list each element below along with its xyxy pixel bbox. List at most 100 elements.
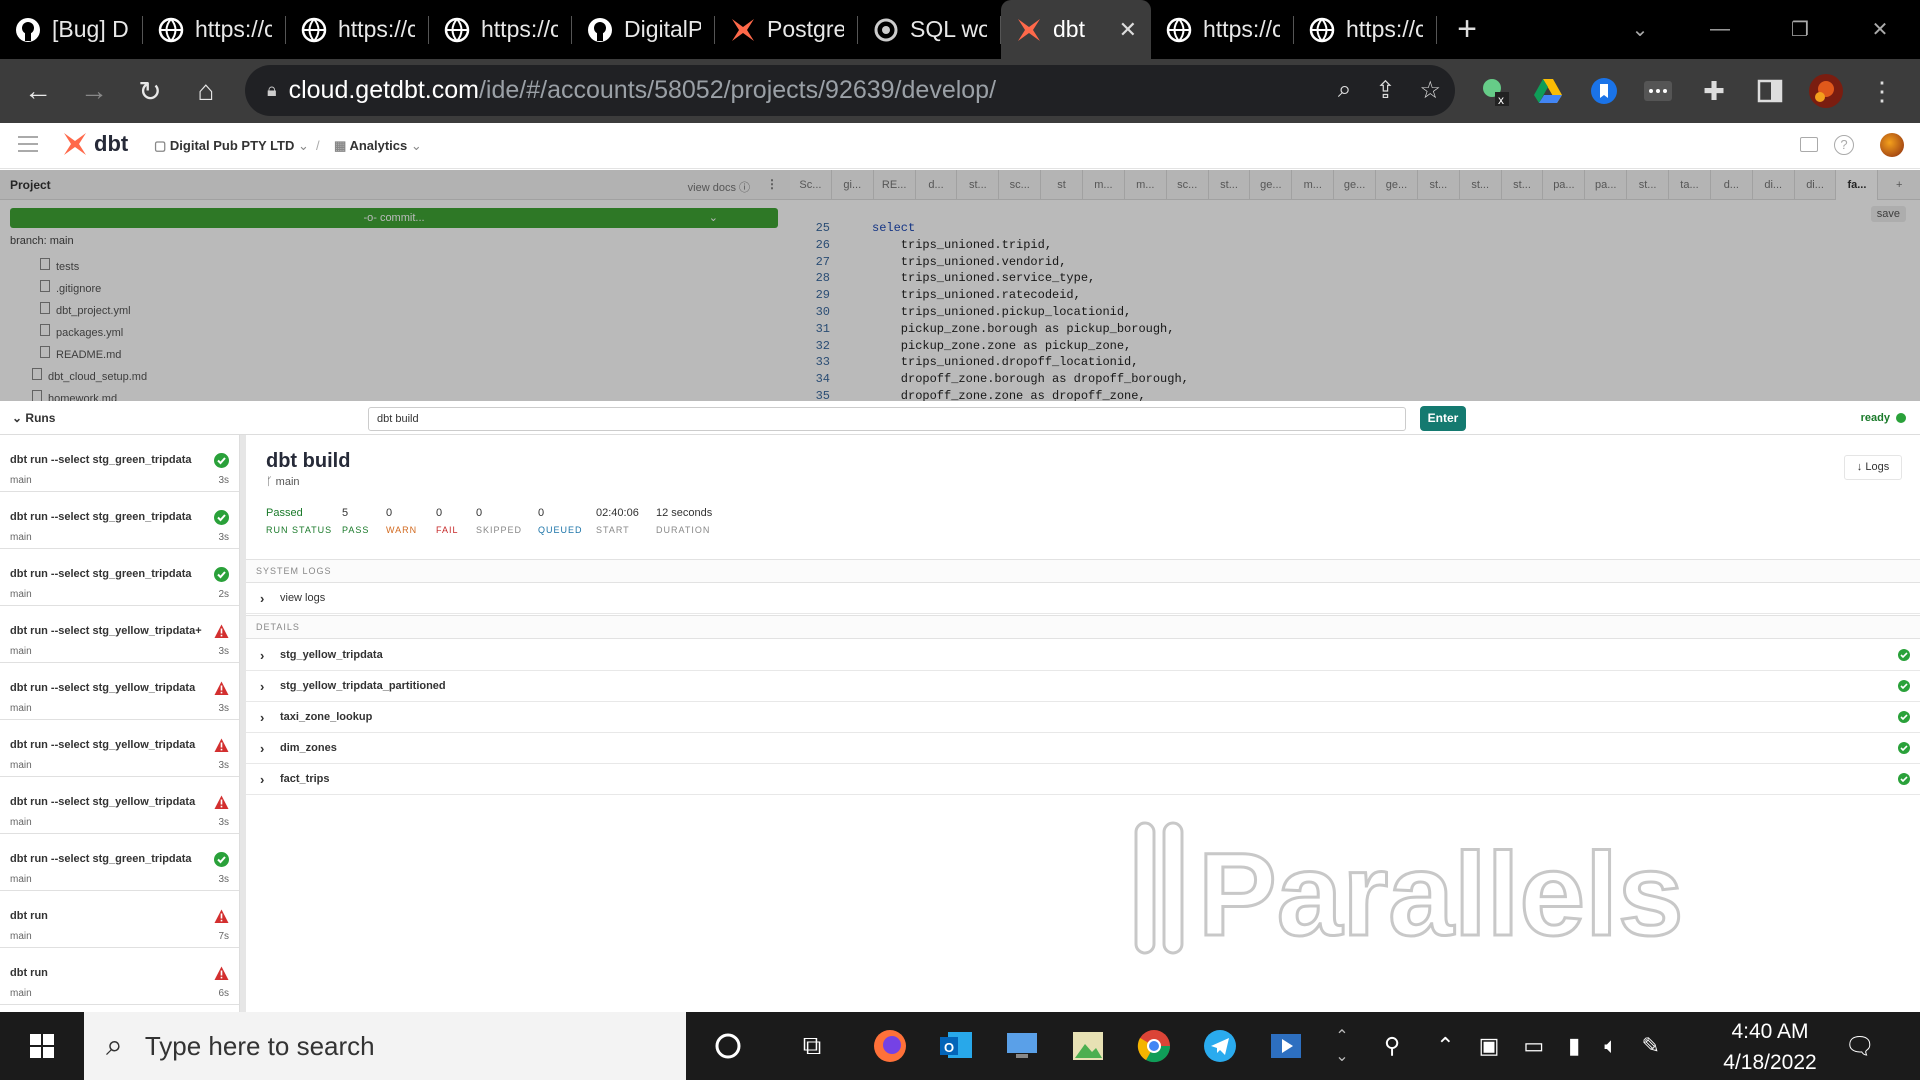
taskbar-clock[interactable]: 4:40 AM 4/18/2022 [1720,1016,1820,1078]
minimize-button[interactable]: — [1680,0,1760,59]
editor-tab[interactable]: st... [1209,169,1251,200]
add-tab-icon[interactable]: + [1878,170,1920,200]
editor-tab[interactable]: fa... [1836,169,1879,200]
file-tree-item[interactable]: packages.yml [0,322,790,344]
file-tree-item[interactable]: README.md [0,344,790,366]
editor-tab[interactable]: sc... [999,169,1042,200]
editor-tab[interactable]: pa... [1585,169,1628,200]
browser-tab[interactable]: dbt ✕ [1001,0,1151,59]
close-window-button[interactable]: ✕ [1840,0,1920,59]
editor-tab[interactable]: m... [1083,169,1125,200]
editor-tab[interactable]: st... [957,169,1000,200]
firefox-icon[interactable] [870,1026,910,1066]
show-hidden-icons-chevron-icon[interactable]: ⌃ [1436,1033,1454,1059]
model-row[interactable]: › stg_yellow_tripdata_partitioned [246,671,1920,702]
chat-icon[interactable] [1800,137,1818,152]
project-switcher[interactable]: ▦ Analytics ⌄ [334,138,422,154]
dbt-logo[interactable]: dbt [62,131,128,157]
chrome-menu-icon[interactable]: ⋮ [1864,71,1900,111]
editor-tab[interactable]: st... [1460,169,1502,200]
run-history-item[interactable]: dbt run --select stg_green_tripdata main 2… [0,549,239,606]
pen-icon[interactable]: ✎ [1641,1033,1659,1059]
cortana-icon[interactable] [708,1026,748,1066]
address-bar[interactable]: 🔒︎ cloud.getdbt.com/ide/#/accounts/58052… [245,65,1455,116]
view-logs-row[interactable]: › view logs [246,583,1920,614]
model-row[interactable]: › fact_trips [246,764,1920,795]
chrome-icon[interactable] [1134,1026,1174,1066]
run-history-item[interactable]: dbt run main 6s [0,948,239,1005]
volume-icon[interactable]: 🔈︎ [1604,1033,1617,1059]
run-history-item[interactable]: dbt run --select stg_green_tripdata main 3… [0,492,239,549]
editor-tab[interactable]: m... [1292,169,1335,200]
back-button[interactable]: ← [10,63,66,119]
network-icon[interactable]: ▭ [1523,1033,1544,1059]
notifications-icon[interactable]: 🗨︎ [1840,1026,1880,1066]
run-history-item[interactable]: dbt run --select stg_green_tripdata main 3… [0,435,239,492]
start-button[interactable] [0,1012,84,1080]
telegram-icon[interactable] [1200,1026,1240,1066]
enter-button[interactable]: Enter [1420,406,1466,431]
editor-tab[interactable]: gi... [832,169,874,200]
browser-tab[interactable]: https://c [1151,0,1294,59]
browser-tab[interactable]: [Bug] Di [0,0,143,59]
share-icon[interactable]: ⇪ [1375,76,1395,105]
editor-tab[interactable]: di... [1753,169,1795,200]
more-extension-icon[interactable] [1640,71,1676,111]
editor-tab[interactable]: st [1041,169,1084,200]
editor-tab[interactable]: d... [916,169,958,200]
user-avatar[interactable] [1880,133,1904,157]
battery-icon[interactable]: ▮ [1568,1033,1580,1059]
bookmark-extension-icon[interactable] [1586,71,1622,111]
browser-tab[interactable]: DigitalP [572,0,715,59]
taskbar-search[interactable]: ⌕ Type here to search [84,1012,686,1080]
editor-tab[interactable]: ge... [1250,169,1293,200]
browser-tab[interactable]: https://c [143,0,286,59]
people-icon[interactable]: ⚲ [1384,1033,1400,1059]
help-icon[interactable]: ? [1834,135,1854,155]
editor-tab[interactable]: sc... [1167,169,1209,200]
kebab-menu-icon[interactable]: ⋮ [766,177,778,191]
forward-button[interactable]: → [66,63,122,119]
side-panel-icon[interactable] [1752,71,1788,111]
file-tree-item[interactable]: tests [0,256,790,278]
editor-tab[interactable]: ge... [1334,169,1377,200]
run-history-item[interactable]: dbt run --select stg_green_tripdata main 3… [0,834,239,891]
editor-tab[interactable]: pa... [1543,169,1586,200]
run-history-item[interactable]: dbt run --select stg_yellow_tripdata+ mai… [0,606,239,663]
editor-tab[interactable]: st... [1418,169,1460,200]
media-player-icon[interactable] [1266,1026,1306,1066]
view-docs-link[interactable]: view docs ⓘ [688,179,750,195]
editor-tab[interactable]: ge... [1376,169,1418,200]
commit-button[interactable]: -o- commit... ⌄ [10,208,778,228]
task-view-icon[interactable]: ⧉ [792,1026,832,1066]
code-lines[interactable]: 25 select 26 trips_unioned.tripid, 27 trips… [790,220,1189,405]
hamburger-menu-icon[interactable] [18,136,38,152]
model-row[interactable]: › stg_yellow_tripdata [246,640,1920,671]
parallels-tray-icon[interactable]: ▣ [1479,1033,1500,1059]
run-history-item[interactable]: dbt run main 7s [0,891,239,948]
editor-tab[interactable]: st... [1502,169,1544,200]
file-tree-item[interactable]: dbt_project.yml [0,300,790,322]
browser-tab[interactable]: SQL wo [858,0,1001,59]
model-row[interactable]: › dim_zones [246,733,1920,764]
editor-tab[interactable]: di... [1795,169,1837,200]
browser-tab[interactable]: https://c [429,0,572,59]
extension-x-icon[interactable]: x [1476,71,1512,111]
new-tab-button[interactable]: + [1437,10,1497,49]
taskbar-scroll-icon[interactable]: ⌃ ⌄ [1322,1026,1362,1066]
runs-toggle[interactable]: ⌄ Runs [12,411,55,425]
zoom-icon[interactable]: ⌕ [1338,76,1351,105]
run-history-item[interactable]: dbt run --select stg_yellow_tripdata main… [0,777,239,834]
home-button[interactable]: ⌂ [178,63,234,119]
editor-tab[interactable]: Sc... [790,169,832,200]
browser-tab[interactable]: https://c [1294,0,1437,59]
google-drive-icon[interactable] [1530,71,1566,111]
file-tree-item[interactable]: .gitignore [0,278,790,300]
bookmark-star-icon[interactable]: ☆ [1419,76,1441,105]
close-tab-icon[interactable]: ✕ [1119,17,1137,43]
editor-tab[interactable]: d... [1711,169,1753,200]
editor-tab[interactable]: RE... [874,169,916,200]
extensions-puzzle-icon[interactable]: ✚ [1696,71,1732,111]
restore-button[interactable]: ❐ [1760,0,1840,59]
photo-viewer-icon[interactable] [1068,1026,1108,1066]
